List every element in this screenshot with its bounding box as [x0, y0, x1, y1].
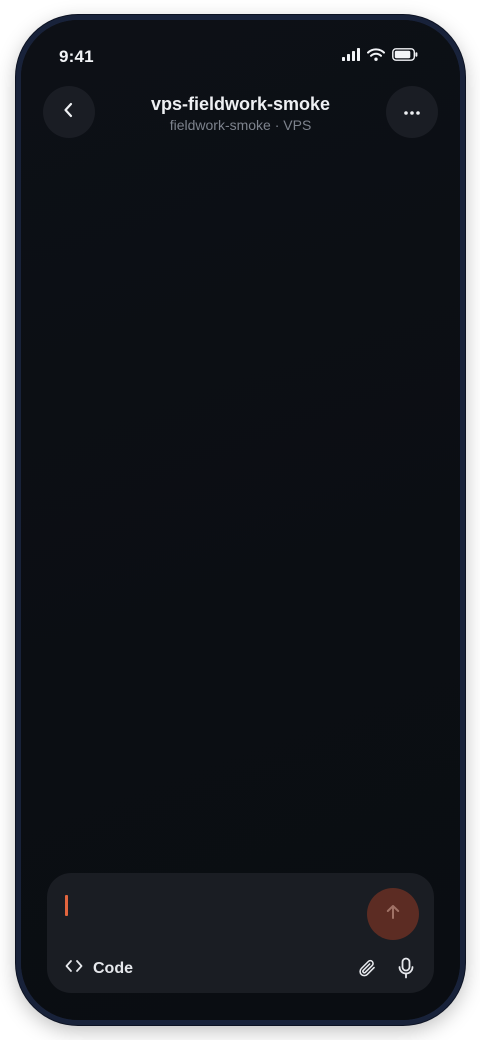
composer: Code: [47, 873, 434, 993]
back-button[interactable]: [43, 86, 95, 138]
message-input[interactable]: [59, 887, 344, 921]
more-horizontal-icon: [403, 103, 421, 121]
send-button[interactable]: [367, 888, 419, 940]
paperclip-icon: [357, 958, 377, 983]
code-mode-button[interactable]: Code: [65, 959, 133, 978]
status-time: 9:41: [59, 47, 94, 66]
microphone-icon: [397, 957, 415, 984]
code-mode-label: Code: [93, 959, 133, 977]
title-block: vps-fieldwork-smoke fieldwork-smoke · VP…: [111, 93, 370, 134]
header: vps-fieldwork-smoke fieldwork-smoke · VP…: [21, 86, 460, 142]
message-list[interactable]: [21, 150, 460, 845]
attach-button[interactable]: [355, 958, 379, 982]
battery-icon: [392, 48, 418, 66]
more-options-button[interactable]: [386, 86, 438, 138]
cellular-signal-icon: [342, 48, 360, 66]
phone-frame: 9:41 vps-fieldwork-smoke fieldwork-smoke…: [16, 15, 465, 1025]
wifi-icon: [367, 48, 385, 66]
status-bar: 9:41: [21, 20, 460, 80]
text-caret: [65, 895, 68, 916]
microphone-button[interactable]: [394, 957, 418, 984]
page-title: vps-fieldwork-smoke: [150, 94, 331, 114]
chevron-left-icon: [62, 102, 76, 123]
arrow-up-icon: [384, 903, 402, 926]
status-icons: [342, 48, 418, 66]
code-brackets-icon: [65, 959, 83, 978]
page-subtitle: fieldwork-smoke · VPS: [169, 117, 312, 133]
